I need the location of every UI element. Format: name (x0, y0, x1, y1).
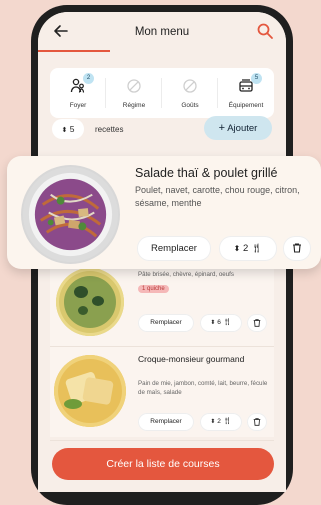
highlighted-recipe-card[interactable]: Salade thaï & poulet grillé Poulet, nave… (7, 156, 321, 269)
trash-icon (253, 418, 261, 426)
quiche-plate-image (56, 268, 124, 336)
replace-button[interactable]: Remplacer (138, 314, 194, 332)
cutlery-icon: 🍴︎ (222, 319, 232, 326)
portions-value: 2 (242, 243, 249, 254)
cutlery-icon: 🍴︎ (250, 243, 263, 253)
header-underline (38, 50, 110, 52)
list-divider (50, 440, 274, 441)
recipe-ingredients: Pâte brisée, chèvre, épinard, oeufs (138, 271, 234, 278)
replace-button[interactable]: Remplacer (138, 413, 194, 431)
filter-equipement[interactable]: 5 Équipement (218, 68, 274, 118)
replace-button[interactable]: Remplacer (137, 236, 211, 261)
filter-bar: 2 Foyer Régime Goûts 5 Équipement (50, 68, 274, 118)
recipe-count-stepper[interactable]: ⬍ 5 (52, 119, 84, 139)
recipe-count: 5 (69, 124, 75, 134)
portions-stepper[interactable]: ⬍ 2 🍴︎ (219, 236, 277, 261)
filter-badge: 2 (83, 73, 94, 84)
page-title: Mon menu (134, 26, 190, 38)
recipe-ingredients: Pain de mie, jambon, comté, lait, beurre… (138, 380, 268, 396)
recipe-title: Salade thaï & poulet grillé (135, 166, 278, 180)
salad-plate-image (21, 165, 120, 264)
stepper-icon: ⬍ (61, 127, 68, 134)
portions-stepper[interactable]: ⬍ 6 🍴︎ (200, 314, 242, 332)
salad-illustration (22, 166, 119, 263)
plus-icon: + (218, 122, 226, 134)
filter-foyer[interactable]: 2 Foyer (50, 68, 106, 118)
filter-label: Équipement (228, 102, 264, 109)
stepper-icon: ⬍ (210, 320, 216, 326)
stepper-icon: ⬍ (233, 244, 241, 253)
add-recipe-button[interactable]: + Ajouter (204, 116, 272, 140)
portions-value: 2 (217, 418, 221, 425)
cutlery-icon: 🍴︎ (222, 418, 232, 425)
add-label: Ajouter (227, 123, 258, 134)
filter-gouts[interactable]: Goûts (162, 68, 218, 118)
delete-button[interactable] (283, 236, 311, 261)
disabled-icon (127, 79, 141, 93)
disabled-icon (183, 79, 197, 93)
search-icon[interactable] (256, 22, 274, 40)
filter-label: Foyer (69, 102, 87, 109)
filter-badge: 5 (251, 73, 262, 84)
portions-stepper[interactable]: ⬍ 2 🍴︎ (200, 413, 242, 431)
recipe-ingredients: Poulet, navet, carotte, chou rouge, citr… (135, 185, 300, 208)
recipes-label: recettes (95, 125, 124, 134)
croque-plate-image (54, 355, 126, 427)
filter-label: Goûts (181, 102, 199, 109)
trash-icon (293, 243, 301, 253)
filter-label: Régime (122, 102, 146, 109)
recipe-tag: 1 quiche (138, 285, 169, 293)
header: Mon menu (38, 12, 286, 52)
stepper-icon: ⬍ (210, 419, 216, 425)
delete-button[interactable] (247, 314, 267, 332)
create-shopping-list-button[interactable]: Créer la liste de courses (52, 448, 274, 480)
delete-button[interactable] (247, 413, 267, 431)
filter-regime[interactable]: Régime (106, 68, 162, 118)
portions-value: 6 (217, 319, 221, 326)
recipe-title: Croque-monsieur gourmand (138, 354, 245, 364)
trash-icon (253, 319, 261, 327)
